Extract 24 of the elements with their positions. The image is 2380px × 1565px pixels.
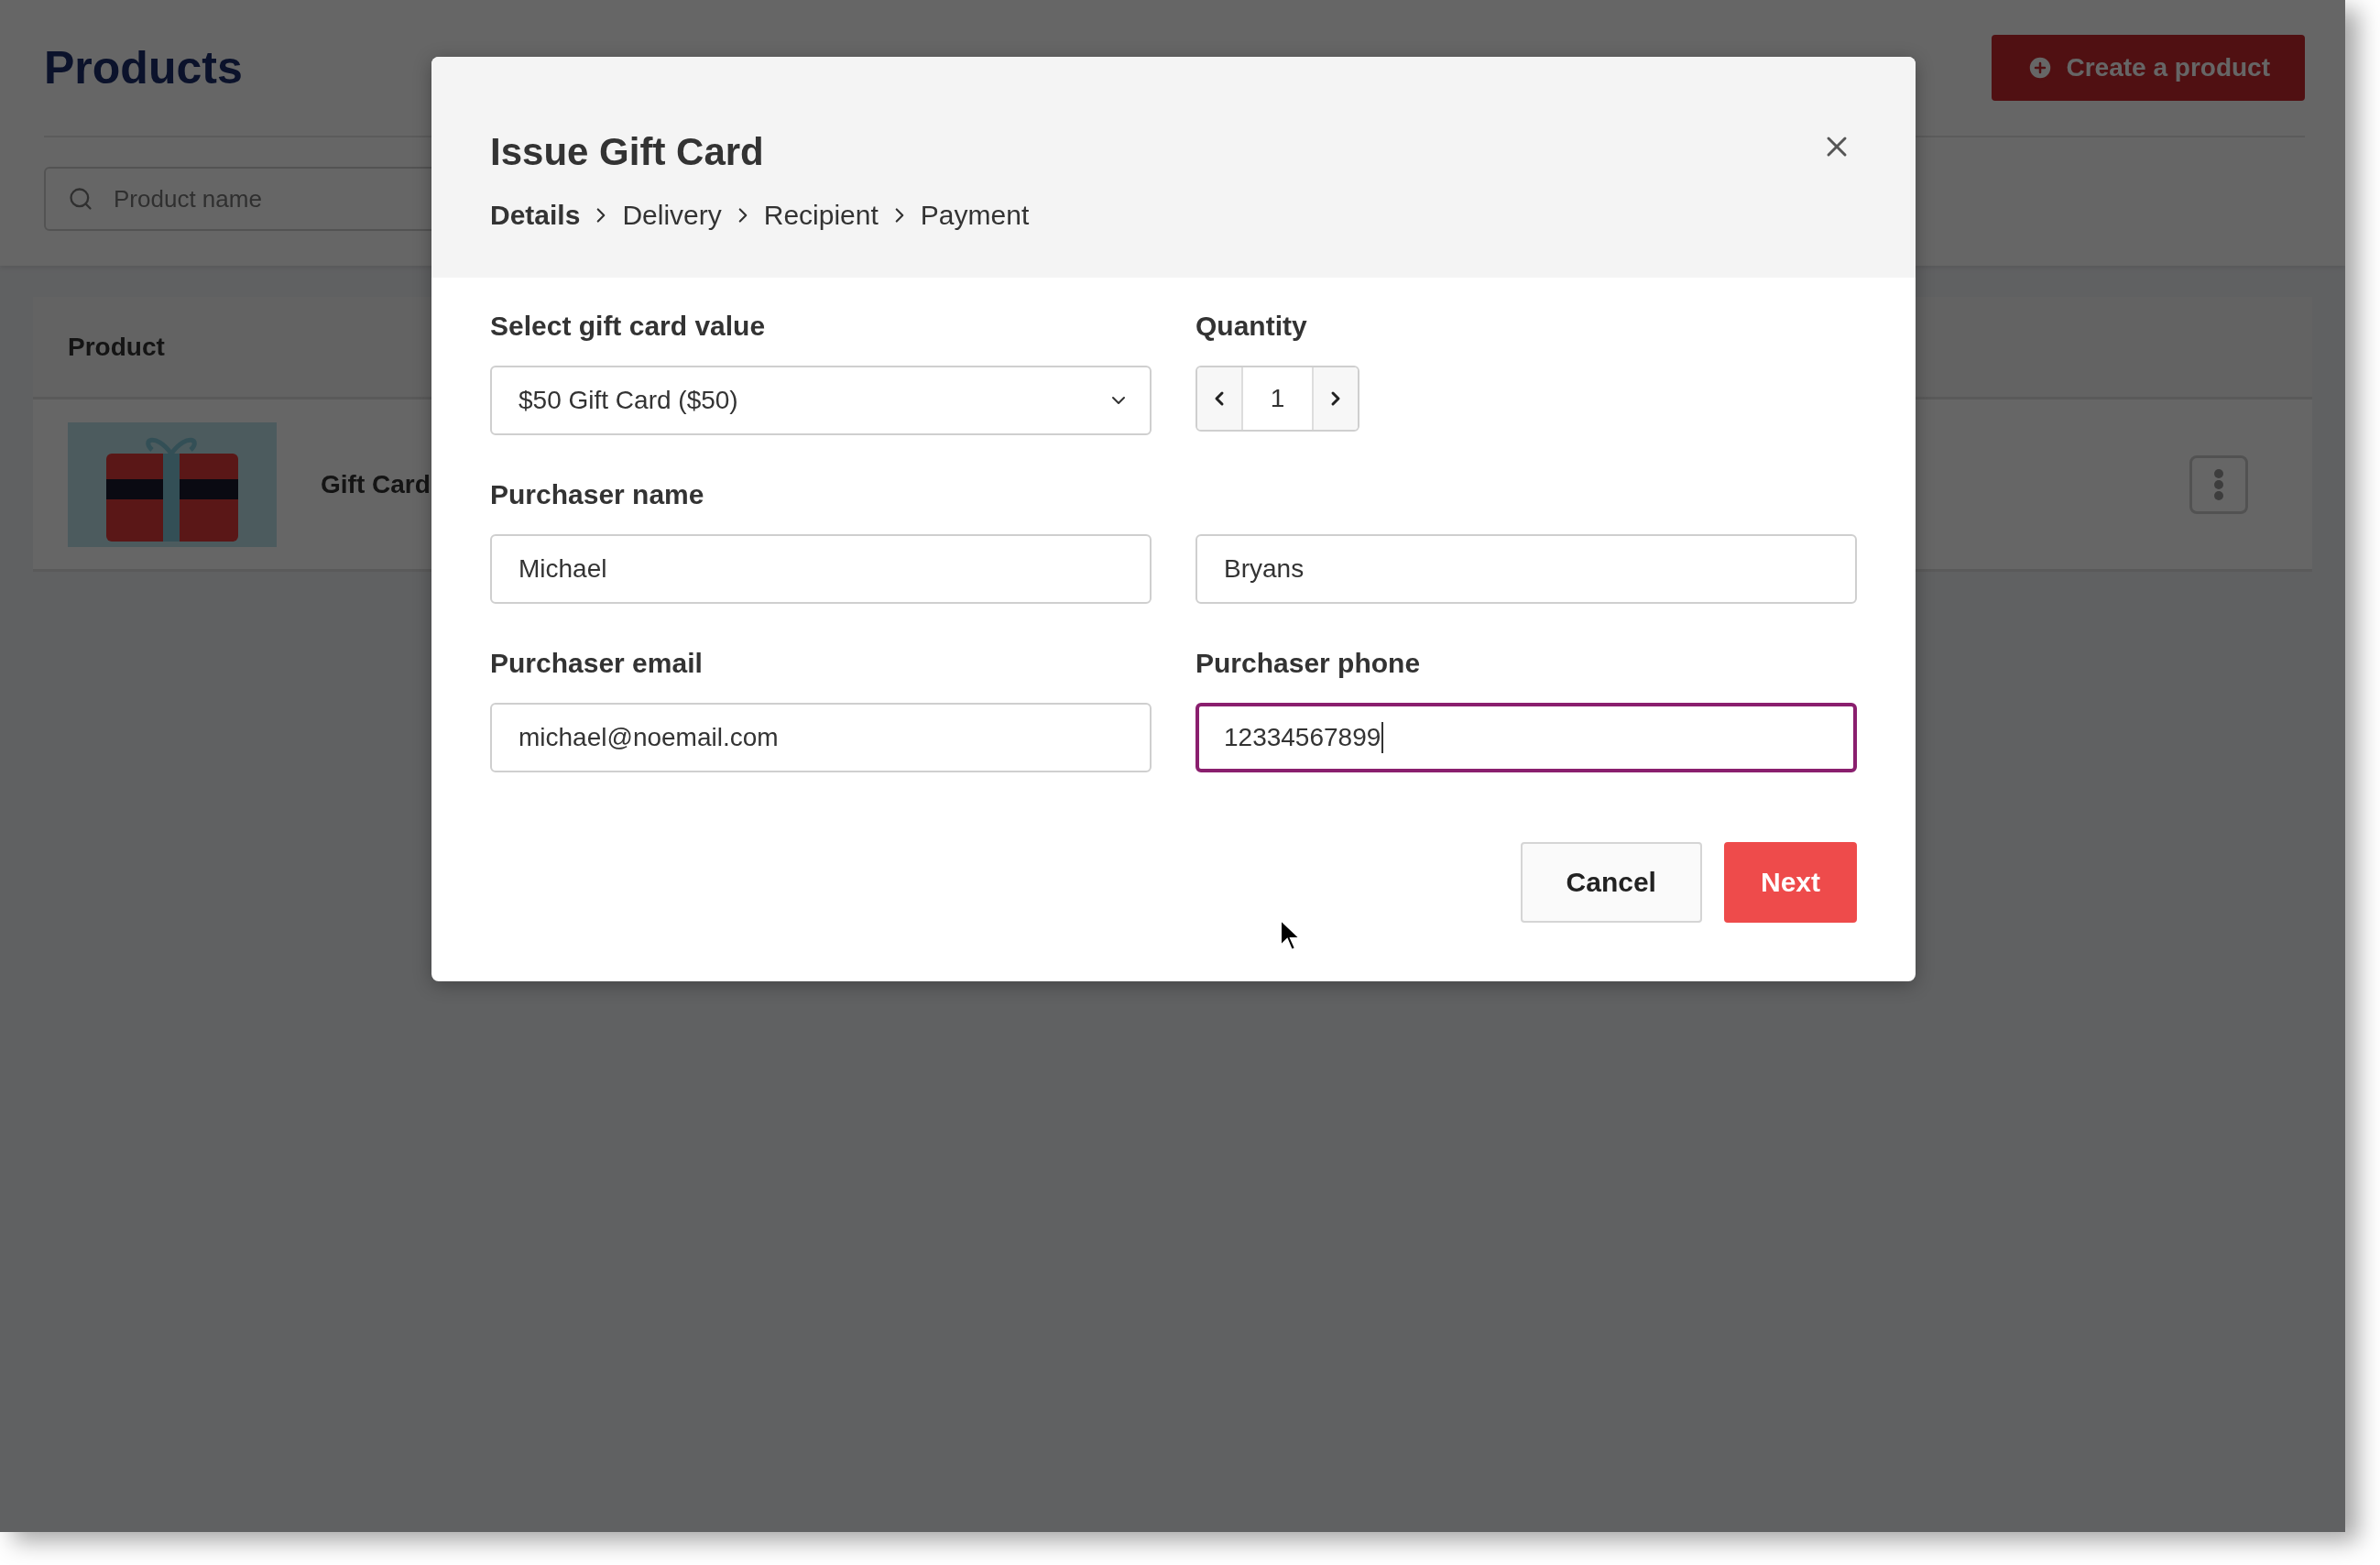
step-label: Delivery bbox=[622, 200, 722, 231]
more-button[interactable] bbox=[2189, 454, 2248, 514]
next-button[interactable]: Next bbox=[1723, 842, 1857, 923]
search-icon bbox=[68, 186, 93, 212]
text-field[interactable]: 12334567899 bbox=[1195, 703, 1857, 772]
text-field[interactable]: Bryans bbox=[1195, 534, 1857, 604]
field-label: Quantity bbox=[1195, 311, 1308, 343]
field-label: Purchaser phone bbox=[1195, 648, 1422, 680]
text-field[interactable]: michael@noemail.com bbox=[490, 703, 1152, 772]
value-select[interactable]: $50 Gift Card ($50) bbox=[490, 366, 1152, 435]
field-label: Purchaser name bbox=[490, 479, 705, 511]
text-field[interactable]: Michael bbox=[490, 534, 1152, 604]
field-label: Select gift card value bbox=[490, 311, 767, 343]
product-name: Gift Card bbox=[321, 469, 431, 499]
cancel-button[interactable]: Cancel bbox=[1520, 842, 1702, 923]
page-title: Products bbox=[44, 41, 243, 94]
increment-button[interactable] bbox=[1314, 367, 1358, 430]
text-cursor bbox=[1381, 722, 1384, 753]
more-icon bbox=[2214, 468, 2223, 500]
column-header: Product bbox=[68, 332, 165, 362]
decrement-button[interactable] bbox=[1197, 367, 1241, 430]
step-label: Payment bbox=[920, 200, 1030, 231]
step-label: Recipient bbox=[763, 200, 879, 231]
field-label: Purchaser email bbox=[490, 648, 704, 680]
